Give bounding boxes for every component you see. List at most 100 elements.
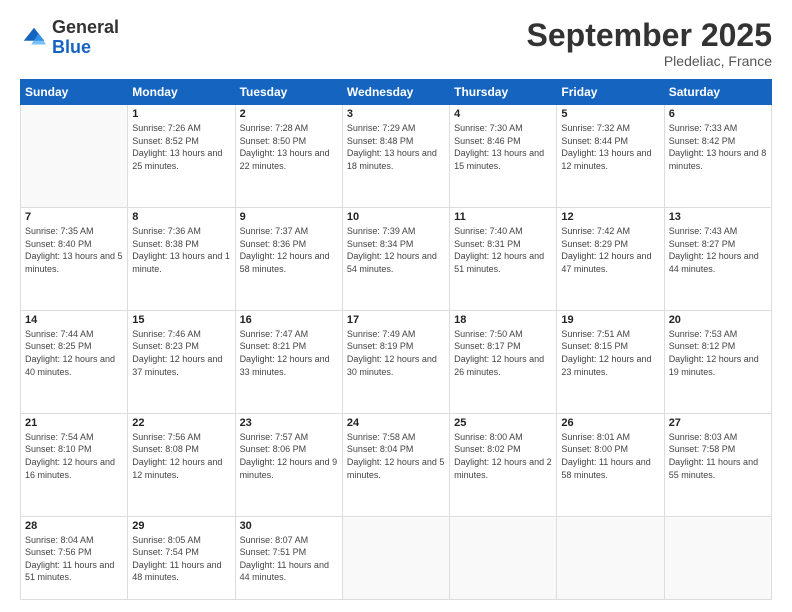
day-number: 5 bbox=[561, 108, 659, 120]
day-number: 22 bbox=[132, 417, 230, 429]
calendar-cell: 5 Sunrise: 7:32 AMSunset: 8:44 PMDaylight… bbox=[557, 105, 664, 208]
calendar-cell: 26 Sunrise: 8:01 AMSunset: 8:00 PMDayligh… bbox=[557, 413, 664, 516]
logo-icon bbox=[20, 24, 48, 52]
month-title: September 2025 bbox=[527, 18, 772, 53]
day-number: 6 bbox=[669, 108, 767, 120]
weekday-header-tuesday: Tuesday bbox=[235, 80, 342, 105]
calendar-table: SundayMondayTuesdayWednesdayThursdayFrid… bbox=[20, 79, 772, 600]
calendar-cell: 18Sunrise: 7:50 AMSunset: 8:17 PMDayligh… bbox=[450, 310, 557, 413]
weekday-header-row: SundayMondayTuesdayWednesdayThursdayFrid… bbox=[21, 80, 772, 105]
calendar-cell: 12Sunrise: 7:42 AMSunset: 8:29 PMDayligh… bbox=[557, 208, 664, 311]
week-row-4: 28 Sunrise: 8:04 AMSunset: 7:56 PMDayligh… bbox=[21, 516, 772, 599]
day-number: 27 bbox=[669, 417, 767, 429]
day-number: 1 bbox=[132, 108, 230, 120]
day-info: Sunrise: 7:46 AMSunset: 8:23 PMDaylight:… bbox=[132, 328, 230, 378]
calendar-cell: 24 Sunrise: 7:58 AMSunset: 8:04 PMDayligh… bbox=[342, 413, 449, 516]
calendar-cell bbox=[557, 516, 664, 599]
week-row-1: 7Sunrise: 7:35 AMSunset: 8:40 PMDaylight… bbox=[21, 208, 772, 311]
calendar-cell: 14 Sunrise: 7:44 AMSunset: 8:25 PMDayligh… bbox=[21, 310, 128, 413]
weekday-header-friday: Friday bbox=[557, 80, 664, 105]
calendar-cell: 17 Sunrise: 7:49 AMSunset: 8:19 PMDayligh… bbox=[342, 310, 449, 413]
location: Pledeliac, France bbox=[527, 53, 772, 69]
calendar-cell: 10 Sunrise: 7:39 AMSunset: 8:34 PMDayligh… bbox=[342, 208, 449, 311]
calendar-cell: 16 Sunrise: 7:47 AMSunset: 8:21 PMDayligh… bbox=[235, 310, 342, 413]
calendar-cell: 20 Sunrise: 7:53 AMSunset: 8:12 PMDayligh… bbox=[664, 310, 771, 413]
day-number: 17 bbox=[347, 314, 445, 326]
day-number: 19 bbox=[561, 314, 659, 326]
calendar-cell: 13Sunrise: 7:43 AMSunset: 8:27 PMDayligh… bbox=[664, 208, 771, 311]
calendar-cell: 15 Sunrise: 7:46 AMSunset: 8:23 PMDayligh… bbox=[128, 310, 235, 413]
day-info: Sunrise: 8:03 AMSunset: 7:58 PMDaylight:… bbox=[669, 431, 767, 481]
calendar-cell: 4Sunrise: 7:30 AMSunset: 8:46 PMDaylight… bbox=[450, 105, 557, 208]
day-info: Sunrise: 7:58 AMSunset: 8:04 PMDaylight:… bbox=[347, 431, 445, 481]
page: General Blue September 2025 Pledeliac, F… bbox=[0, 0, 792, 612]
calendar-cell: 21 Sunrise: 7:54 AMSunset: 8:10 PMDayligh… bbox=[21, 413, 128, 516]
day-info: Sunrise: 7:50 AMSunset: 8:17 PMDaylight:… bbox=[454, 328, 552, 378]
day-number: 8 bbox=[132, 211, 230, 223]
calendar-cell bbox=[664, 516, 771, 599]
day-info: Sunrise: 7:37 AMSunset: 8:36 PMDaylight:… bbox=[240, 225, 338, 275]
day-number: 23 bbox=[240, 417, 338, 429]
day-info: Sunrise: 7:42 AMSunset: 8:29 PMDaylight:… bbox=[561, 225, 659, 275]
calendar-cell bbox=[450, 516, 557, 599]
day-number: 21 bbox=[25, 417, 123, 429]
day-number: 28 bbox=[25, 520, 123, 532]
weekday-header-sunday: Sunday bbox=[21, 80, 128, 105]
day-info: Sunrise: 7:39 AMSunset: 8:34 PMDaylight:… bbox=[347, 225, 445, 275]
logo-blue: Blue bbox=[52, 37, 91, 57]
day-info: Sunrise: 7:49 AMSunset: 8:19 PMDaylight:… bbox=[347, 328, 445, 378]
day-info: Sunrise: 7:33 AMSunset: 8:42 PMDaylight:… bbox=[669, 122, 767, 172]
day-info: Sunrise: 7:40 AMSunset: 8:31 PMDaylight:… bbox=[454, 225, 552, 275]
calendar-cell: 23Sunrise: 7:57 AMSunset: 8:06 PMDayligh… bbox=[235, 413, 342, 516]
day-info: Sunrise: 8:04 AMSunset: 7:56 PMDaylight:… bbox=[25, 534, 123, 584]
day-info: Sunrise: 7:28 AMSunset: 8:50 PMDaylight:… bbox=[240, 122, 338, 172]
day-number: 13 bbox=[669, 211, 767, 223]
day-number: 10 bbox=[347, 211, 445, 223]
calendar-cell: 22 Sunrise: 7:56 AMSunset: 8:08 PMDayligh… bbox=[128, 413, 235, 516]
logo-general: General bbox=[52, 17, 119, 37]
day-info: Sunrise: 7:51 AMSunset: 8:15 PMDaylight:… bbox=[561, 328, 659, 378]
calendar-cell: 7Sunrise: 7:35 AMSunset: 8:40 PMDaylight… bbox=[21, 208, 128, 311]
day-info: Sunrise: 8:05 AMSunset: 7:54 PMDaylight:… bbox=[132, 534, 230, 584]
day-info: Sunrise: 7:44 AMSunset: 8:25 PMDaylight:… bbox=[25, 328, 123, 378]
day-info: Sunrise: 7:32 AMSunset: 8:44 PMDaylight:… bbox=[561, 122, 659, 172]
day-number: 16 bbox=[240, 314, 338, 326]
day-number: 26 bbox=[561, 417, 659, 429]
calendar-cell: 28 Sunrise: 8:04 AMSunset: 7:56 PMDayligh… bbox=[21, 516, 128, 599]
logo: General Blue bbox=[20, 18, 119, 58]
calendar-cell: 6 Sunrise: 7:33 AMSunset: 8:42 PMDaylight… bbox=[664, 105, 771, 208]
day-number: 14 bbox=[25, 314, 123, 326]
week-row-0: 1Sunrise: 7:26 AMSunset: 8:52 PMDaylight… bbox=[21, 105, 772, 208]
day-info: Sunrise: 8:00 AMSunset: 8:02 PMDaylight:… bbox=[454, 431, 552, 481]
day-number: 15 bbox=[132, 314, 230, 326]
day-info: Sunrise: 7:29 AMSunset: 8:48 PMDaylight:… bbox=[347, 122, 445, 172]
day-number: 20 bbox=[669, 314, 767, 326]
day-info: Sunrise: 8:01 AMSunset: 8:00 PMDaylight:… bbox=[561, 431, 659, 481]
day-number: 9 bbox=[240, 211, 338, 223]
calendar-cell: 29Sunrise: 8:05 AMSunset: 7:54 PMDayligh… bbox=[128, 516, 235, 599]
day-number: 3 bbox=[347, 108, 445, 120]
calendar-cell: 19 Sunrise: 7:51 AMSunset: 8:15 PMDayligh… bbox=[557, 310, 664, 413]
week-row-2: 14 Sunrise: 7:44 AMSunset: 8:25 PMDayligh… bbox=[21, 310, 772, 413]
weekday-header-thursday: Thursday bbox=[450, 80, 557, 105]
day-info: Sunrise: 7:30 AMSunset: 8:46 PMDaylight:… bbox=[454, 122, 552, 172]
calendar-cell: 1Sunrise: 7:26 AMSunset: 8:52 PMDaylight… bbox=[128, 105, 235, 208]
day-info: Sunrise: 7:36 AMSunset: 8:38 PMDaylight:… bbox=[132, 225, 230, 275]
calendar-cell: 9 Sunrise: 7:37 AMSunset: 8:36 PMDaylight… bbox=[235, 208, 342, 311]
calendar-cell: 8 Sunrise: 7:36 AMSunset: 8:38 PMDaylight… bbox=[128, 208, 235, 311]
day-number: 24 bbox=[347, 417, 445, 429]
day-info: Sunrise: 7:54 AMSunset: 8:10 PMDaylight:… bbox=[25, 431, 123, 481]
calendar-cell bbox=[21, 105, 128, 208]
week-row-3: 21 Sunrise: 7:54 AMSunset: 8:10 PMDayligh… bbox=[21, 413, 772, 516]
calendar-cell: 25Sunrise: 8:00 AMSunset: 8:02 PMDayligh… bbox=[450, 413, 557, 516]
logo-text: General Blue bbox=[52, 18, 119, 58]
day-number: 11 bbox=[454, 211, 552, 223]
day-info: Sunrise: 8:07 AMSunset: 7:51 PMDaylight:… bbox=[240, 534, 338, 584]
calendar-cell: 11 Sunrise: 7:40 AMSunset: 8:31 PMDayligh… bbox=[450, 208, 557, 311]
day-info: Sunrise: 7:35 AMSunset: 8:40 PMDaylight:… bbox=[25, 225, 123, 275]
day-info: Sunrise: 7:47 AMSunset: 8:21 PMDaylight:… bbox=[240, 328, 338, 378]
day-info: Sunrise: 7:53 AMSunset: 8:12 PMDaylight:… bbox=[669, 328, 767, 378]
calendar-cell: 27 Sunrise: 8:03 AMSunset: 7:58 PMDayligh… bbox=[664, 413, 771, 516]
day-info: Sunrise: 7:56 AMSunset: 8:08 PMDaylight:… bbox=[132, 431, 230, 481]
day-number: 30 bbox=[240, 520, 338, 532]
